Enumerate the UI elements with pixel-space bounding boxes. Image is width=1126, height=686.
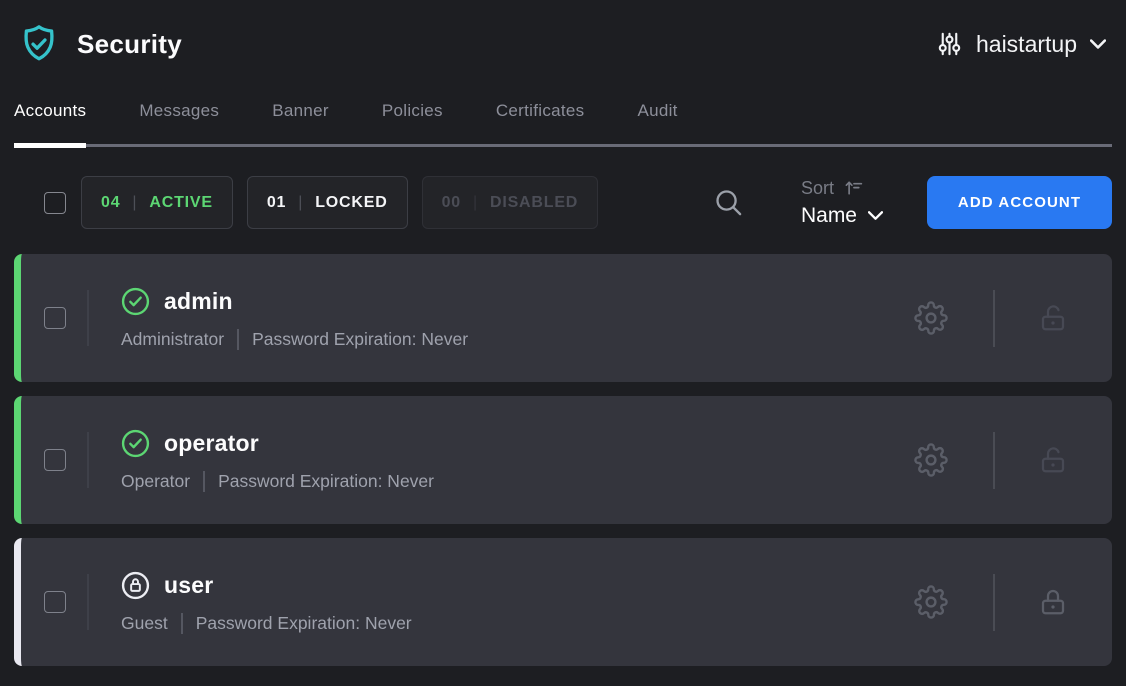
tab-policies[interactable]: Policies bbox=[382, 88, 443, 144]
filter-chip-locked[interactable]: 01 | LOCKED bbox=[247, 176, 408, 229]
security-shield-icon bbox=[18, 22, 60, 66]
filter-count: 01 bbox=[267, 194, 286, 212]
filter-count: 04 bbox=[101, 194, 120, 212]
account-info: admin Administrator Password Expiration: N… bbox=[121, 287, 468, 350]
tab-audit[interactable]: Audit bbox=[637, 88, 677, 144]
sort-ascending-icon bbox=[843, 178, 864, 199]
row-actions bbox=[914, 574, 1112, 631]
locked-status-icon bbox=[121, 571, 150, 600]
filter-label: ACTIVE bbox=[149, 194, 212, 212]
select-all-checkbox[interactable] bbox=[44, 192, 66, 214]
tab-accounts[interactable]: Accounts bbox=[14, 88, 86, 144]
row-checkbox[interactable] bbox=[44, 307, 66, 329]
sub-separator bbox=[237, 329, 239, 350]
settings-button[interactable] bbox=[914, 585, 948, 619]
account-role: Operator bbox=[121, 471, 190, 492]
chevron-down-icon bbox=[1090, 39, 1106, 49]
password-expiration: Password Expiration: Never bbox=[252, 329, 468, 350]
row-actions bbox=[914, 290, 1112, 347]
account-name: user bbox=[164, 572, 213, 599]
status-filter-chips: 04 | ACTIVE 01 | LOCKED 00 | DISABLED bbox=[81, 176, 598, 229]
filter-chip-active[interactable]: 04 | ACTIVE bbox=[81, 176, 233, 229]
tab-banner[interactable]: Banner bbox=[272, 88, 329, 144]
tab-certificates[interactable]: Certificates bbox=[496, 88, 585, 144]
actions-divider bbox=[993, 432, 995, 489]
sub-separator bbox=[181, 613, 183, 634]
account-info: operator Operator Password Expiration: Nev… bbox=[121, 429, 434, 492]
row-divider bbox=[87, 574, 89, 630]
actions-divider bbox=[993, 574, 995, 631]
filter-label: DISABLED bbox=[490, 194, 578, 212]
account-row-admin: admin Administrator Password Expiration: N… bbox=[14, 254, 1112, 382]
row-checkbox[interactable] bbox=[44, 591, 66, 613]
sort-value: Name bbox=[801, 204, 857, 228]
account-list: admin Administrator Password Expiration: N… bbox=[14, 254, 1112, 666]
filter-separator: | bbox=[298, 194, 303, 212]
lock-toggle-button[interactable] bbox=[1038, 587, 1068, 617]
account-row-user: user Guest Password Expiration: Never bbox=[14, 538, 1112, 666]
filter-label: LOCKED bbox=[315, 194, 387, 212]
accounts-toolbar: 04 | ACTIVE 01 | LOCKED 00 | DISABLED Sort Name bbox=[14, 176, 1112, 229]
filter-separator: | bbox=[132, 194, 137, 212]
password-expiration: Password Expiration: Never bbox=[218, 471, 434, 492]
row-divider bbox=[87, 290, 89, 346]
lock-open-icon bbox=[1038, 445, 1068, 475]
sort-chevron-down-icon bbox=[868, 211, 883, 220]
password-expiration: Password Expiration: Never bbox=[196, 613, 412, 634]
search-button[interactable] bbox=[713, 187, 744, 218]
lock-open-icon bbox=[1038, 303, 1068, 333]
account-name: operator bbox=[164, 430, 259, 457]
app-header: Security haistartup bbox=[0, 0, 1126, 88]
account-name: admin bbox=[164, 288, 233, 315]
settings-button[interactable] bbox=[914, 443, 948, 477]
filter-separator: | bbox=[473, 194, 478, 212]
active-check-icon bbox=[121, 287, 150, 316]
sort-control[interactable]: Sort Name bbox=[801, 178, 883, 228]
settings-button[interactable] bbox=[914, 301, 948, 335]
tab-bar: Accounts Messages Banner Policies Certificat… bbox=[14, 88, 1112, 147]
account-row-operator: operator Operator Password Expiration: Nev… bbox=[14, 396, 1112, 524]
page-title: Security bbox=[77, 29, 182, 60]
row-actions bbox=[914, 432, 1112, 489]
gear-icon bbox=[914, 301, 948, 335]
lock-toggle-button[interactable] bbox=[1038, 445, 1068, 475]
gear-icon bbox=[914, 585, 948, 619]
actions-divider bbox=[993, 290, 995, 347]
lock-toggle-button[interactable] bbox=[1038, 303, 1068, 333]
gear-icon bbox=[914, 443, 948, 477]
sub-separator bbox=[203, 471, 205, 492]
filter-chip-disabled[interactable]: 00 | DISABLED bbox=[422, 176, 599, 229]
lock-closed-icon bbox=[1038, 587, 1068, 617]
add-account-button[interactable]: ADD ACCOUNT bbox=[927, 176, 1112, 229]
account-menu-label: haistartup bbox=[976, 31, 1077, 58]
account-info: user Guest Password Expiration: Never bbox=[121, 571, 412, 634]
tab-messages[interactable]: Messages bbox=[139, 88, 219, 144]
sliders-icon bbox=[936, 29, 963, 59]
search-icon bbox=[713, 187, 744, 218]
filter-count: 00 bbox=[442, 194, 461, 212]
account-role: Administrator bbox=[121, 329, 224, 350]
account-menu[interactable]: haistartup bbox=[936, 29, 1106, 59]
row-checkbox[interactable] bbox=[44, 449, 66, 471]
sort-label: Sort bbox=[801, 178, 834, 199]
account-role: Guest bbox=[121, 613, 168, 634]
row-divider bbox=[87, 432, 89, 488]
active-check-icon bbox=[121, 429, 150, 458]
